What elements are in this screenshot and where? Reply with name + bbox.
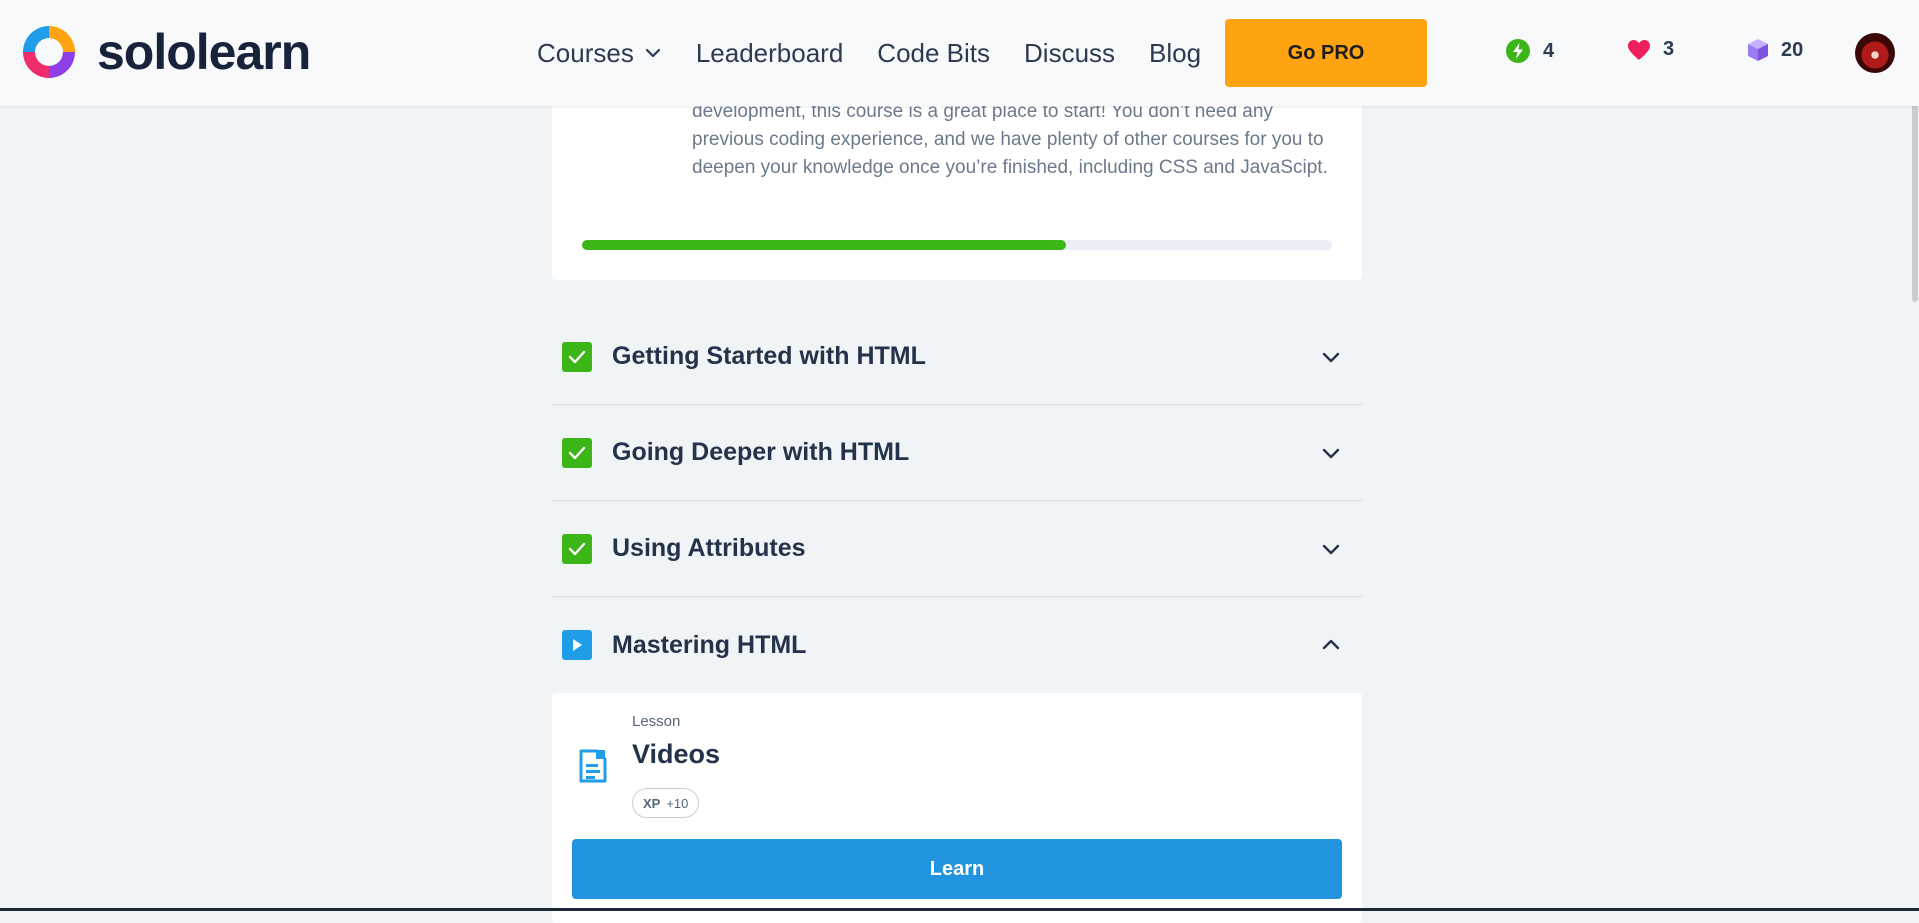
lesson-type-label: Lesson <box>632 713 681 730</box>
xp-value: +10 <box>666 795 689 811</box>
completed-check-icon <box>562 437 592 468</box>
xp-label: XP <box>643 795 661 811</box>
play-icon <box>562 630 592 660</box>
chevron-down-icon <box>645 48 660 58</box>
lesson-document-icon <box>579 749 607 783</box>
module-title: Getting Started with HTML <box>612 342 926 370</box>
completed-check-icon <box>562 533 592 564</box>
nav-blog[interactable]: Blog <box>1149 38 1201 69</box>
main-nav: Courses Leaderboard Code Bits Discuss Bl… <box>537 0 1235 106</box>
course-progress-bar <box>582 240 1332 250</box>
learn-button[interactable]: Learn <box>572 839 1342 899</box>
chevron-down-icon <box>1322 448 1340 458</box>
nav-code-bits[interactable]: Code Bits <box>877 38 990 69</box>
heart-icon <box>1628 39 1650 60</box>
module-title: Mastering HTML <box>612 630 807 659</box>
bits-counter[interactable]: 20 <box>1747 38 1803 62</box>
sololearn-logo-icon <box>23 26 75 78</box>
nav-courses-label: Courses <box>537 37 634 68</box>
sololearn-logo[interactable]: sololearn <box>19 22 311 82</box>
page-scrollbar[interactable] <box>1911 0 1919 911</box>
lesson-title: Videos <box>632 739 721 769</box>
go-pro-button[interactable]: Go PRO <box>1225 19 1427 87</box>
nav-discuss[interactable]: Discuss <box>1024 38 1115 69</box>
completed-check-icon <box>562 341 592 372</box>
nav-courses[interactable]: Courses <box>537 38 662 69</box>
hearts-counter[interactable]: 3 <box>1627 38 1674 61</box>
lesson-card: Lesson Videos XP +10 Learn <box>552 693 1362 923</box>
lightning-icon <box>1506 39 1530 63</box>
module-title: Going Deeper with HTML <box>612 438 910 466</box>
chevron-down-icon <box>1322 352 1340 362</box>
bits-count: 20 <box>1781 38 1804 61</box>
xp-badge: XP +10 <box>632 788 700 818</box>
course-progress-fill <box>582 240 1066 250</box>
bit-cube-icon <box>1748 39 1768 61</box>
avatar[interactable] <box>1855 33 1895 73</box>
course-description: development, this course is a great plac… <box>692 101 1328 178</box>
streak-counter[interactable]: 4 <box>1505 38 1554 64</box>
module-using-attributes[interactable]: Using Attributes <box>552 501 1362 597</box>
chevron-down-icon <box>1322 544 1340 554</box>
chevron-up-icon <box>1322 639 1340 650</box>
top-navigation-bar: sololearn Courses Leaderboard Code Bits … <box>0 0 1919 106</box>
module-mastering-html[interactable]: Mastering HTML <box>552 597 1362 693</box>
nav-leaderboard[interactable]: Leaderboard <box>696 38 843 69</box>
hearts-count: 3 <box>1663 38 1675 60</box>
module-title: Using Attributes <box>612 534 806 562</box>
streak-count: 4 <box>1543 39 1555 62</box>
brand-name: sololearn <box>97 24 311 80</box>
module-getting-started[interactable]: Getting Started with HTML <box>552 309 1362 405</box>
module-going-deeper[interactable]: Going Deeper with HTML <box>552 405 1362 501</box>
